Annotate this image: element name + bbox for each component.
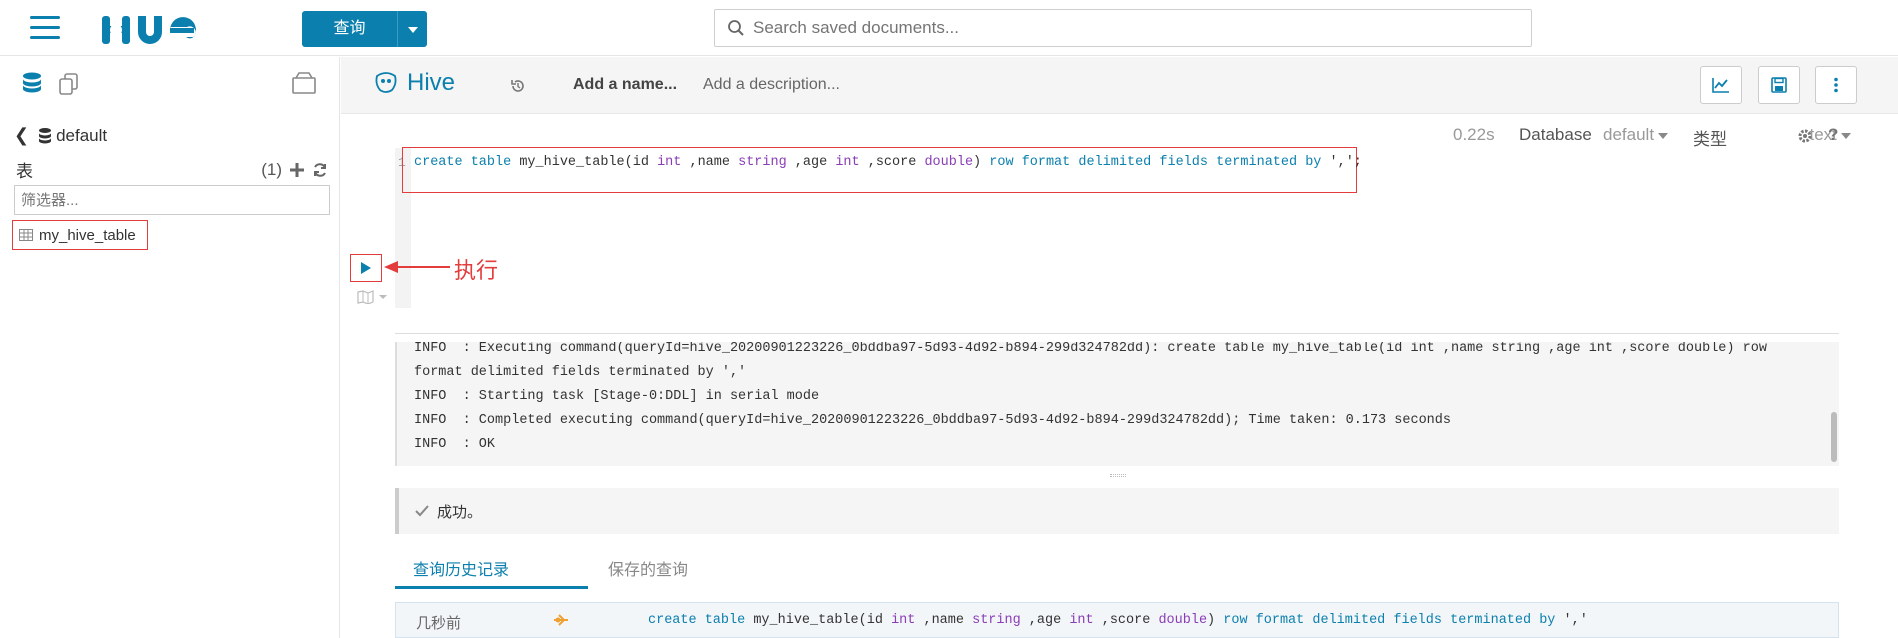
- code-token: ,score: [1093, 613, 1159, 628]
- code-token: ',': [1555, 613, 1588, 628]
- annotation-arrow: [384, 261, 450, 273]
- type-label: 类型: [1693, 130, 1727, 149]
- documents-icon[interactable]: [56, 71, 82, 97]
- execute-button[interactable]: [350, 254, 382, 282]
- code-token: int: [835, 155, 860, 170]
- database-select[interactable]: default: [1603, 125, 1668, 144]
- code-token: ',';: [1321, 155, 1362, 170]
- code-token: my_hive_table(id: [519, 155, 658, 170]
- editor-header: Hive Add a name... Add a description...: [341, 57, 1898, 114]
- history-time: 几秒前: [416, 615, 462, 632]
- chevron-left-icon: ❮: [14, 125, 30, 145]
- play-icon: [361, 262, 371, 274]
- code-token: int: [657, 155, 682, 170]
- execution-log[interactable]: INFO : Executing command(queryId=hive_20…: [395, 342, 1839, 466]
- annotation-label: 执行: [454, 258, 499, 283]
- table-item-my-hive-table[interactable]: my_hive_table: [12, 220, 148, 250]
- help-icon[interactable]: ?: [1828, 125, 1838, 145]
- query-description-field[interactable]: Add a description...: [703, 76, 840, 94]
- add-icon[interactable]: [290, 162, 304, 177]
- sql-editor-line[interactable]: create table my_hive_table(id int ,name …: [414, 155, 1362, 170]
- code-token: create table: [414, 155, 520, 170]
- line-chart-icon: [1712, 78, 1729, 93]
- hive-logo-icon: [375, 72, 397, 93]
- code-token: string: [972, 613, 1021, 628]
- code-token: ,age: [1020, 613, 1070, 628]
- hue-logo[interactable]: [100, 6, 214, 50]
- more-vertical-icon: [1834, 77, 1838, 93]
- save-icon: [1771, 77, 1787, 93]
- assist-icons: [20, 71, 82, 102]
- search-box[interactable]: [714, 9, 1532, 47]
- history-query-text: create table my_hive_table(id int ,name …: [648, 613, 1588, 628]
- settings-gear-icon[interactable]: [1797, 128, 1813, 144]
- resize-handle[interactable]: [1110, 474, 1126, 477]
- tables-count: (1): [261, 159, 282, 179]
- assist-panel-icon[interactable]: [290, 69, 318, 97]
- execution-status-icon: [554, 614, 568, 626]
- query-button-label: 查询: [302, 11, 398, 47]
- chart-button[interactable]: [1700, 66, 1742, 104]
- execution-duration: 0.22s: [1453, 125, 1495, 144]
- code-token: string: [738, 155, 787, 170]
- more-options-button[interactable]: [1815, 66, 1857, 104]
- code-token: my_hive_table(id: [753, 613, 892, 628]
- status-message: 成功。: [395, 488, 1839, 534]
- code-token: ,score: [859, 155, 925, 170]
- code-token: double: [1158, 613, 1208, 628]
- code-token: int: [1069, 613, 1094, 628]
- editor-separator: [395, 333, 1839, 334]
- history-row[interactable]: 几秒前 create table my_hive_table(id int ,n…: [395, 602, 1839, 638]
- code-token: ): [1207, 613, 1224, 628]
- code-token: ,name: [681, 155, 739, 170]
- log-line: INFO : Completed executing command(query…: [414, 413, 1451, 428]
- log-line: format delimited fields terminated by ',…: [414, 365, 747, 380]
- annotation-highlight-code: [402, 147, 1357, 193]
- snippet-map-icon[interactable]: [357, 290, 391, 304]
- checkmark-icon: [415, 505, 429, 517]
- top-bar: 查询: [0, 0, 1898, 56]
- log-line: INFO : OK: [414, 437, 496, 452]
- left-assist-panel: ❮ default 表 (1) 筛选器... my_hive_table: [0, 57, 340, 638]
- table-name: my_hive_table: [39, 226, 136, 244]
- code-token: ,name: [915, 613, 973, 628]
- tab-query-history[interactable]: 查询历史记录: [413, 556, 509, 580]
- refresh-icon[interactable]: [312, 162, 328, 178]
- search-input[interactable]: [753, 18, 1513, 38]
- active-tab-indicator: [395, 586, 588, 589]
- history-icon[interactable]: [509, 77, 527, 95]
- tables-label: 表: [16, 162, 33, 181]
- code-token: ,age: [786, 155, 836, 170]
- results-tabs: 查询历史记录 保存的查询: [395, 548, 1839, 590]
- save-button[interactable]: [1758, 66, 1800, 104]
- code-token: row format delimited fields terminated b…: [1223, 613, 1556, 628]
- log-line: INFO : Starting task [Stage-0:DDL] in se…: [414, 389, 820, 404]
- query-name-field[interactable]: Add a name...: [573, 76, 677, 94]
- database-name: default: [56, 125, 108, 145]
- database-small-icon: [39, 127, 52, 143]
- log-scrollbar[interactable]: [1831, 412, 1837, 462]
- code-token: int: [891, 613, 916, 628]
- code-token: create table: [648, 613, 754, 628]
- database-label: Database: [1519, 125, 1592, 144]
- tables-header: 表 (1): [16, 157, 328, 182]
- hamburger-menu-icon[interactable]: [30, 16, 60, 40]
- back-to-databases[interactable]: ❮ default: [14, 125, 107, 146]
- status-text: 成功。: [437, 503, 483, 521]
- log-line: INFO : Executing command(queryId=hive_20…: [414, 342, 1767, 356]
- tab-saved-queries[interactable]: 保存的查询: [608, 556, 688, 580]
- editor-title: Hive: [407, 69, 456, 96]
- table-icon: [19, 229, 33, 241]
- code-token: ): [973, 155, 990, 170]
- query-dropdown-caret-icon[interactable]: [398, 11, 427, 47]
- editor-type-title: Hive: [373, 69, 455, 97]
- query-button[interactable]: 查询: [302, 11, 427, 47]
- database-icon[interactable]: [20, 71, 44, 97]
- code-token: row format delimited fields terminated b…: [989, 155, 1322, 170]
- search-icon: [728, 20, 744, 36]
- table-filter-input[interactable]: [14, 185, 330, 215]
- code-token: double: [924, 155, 974, 170]
